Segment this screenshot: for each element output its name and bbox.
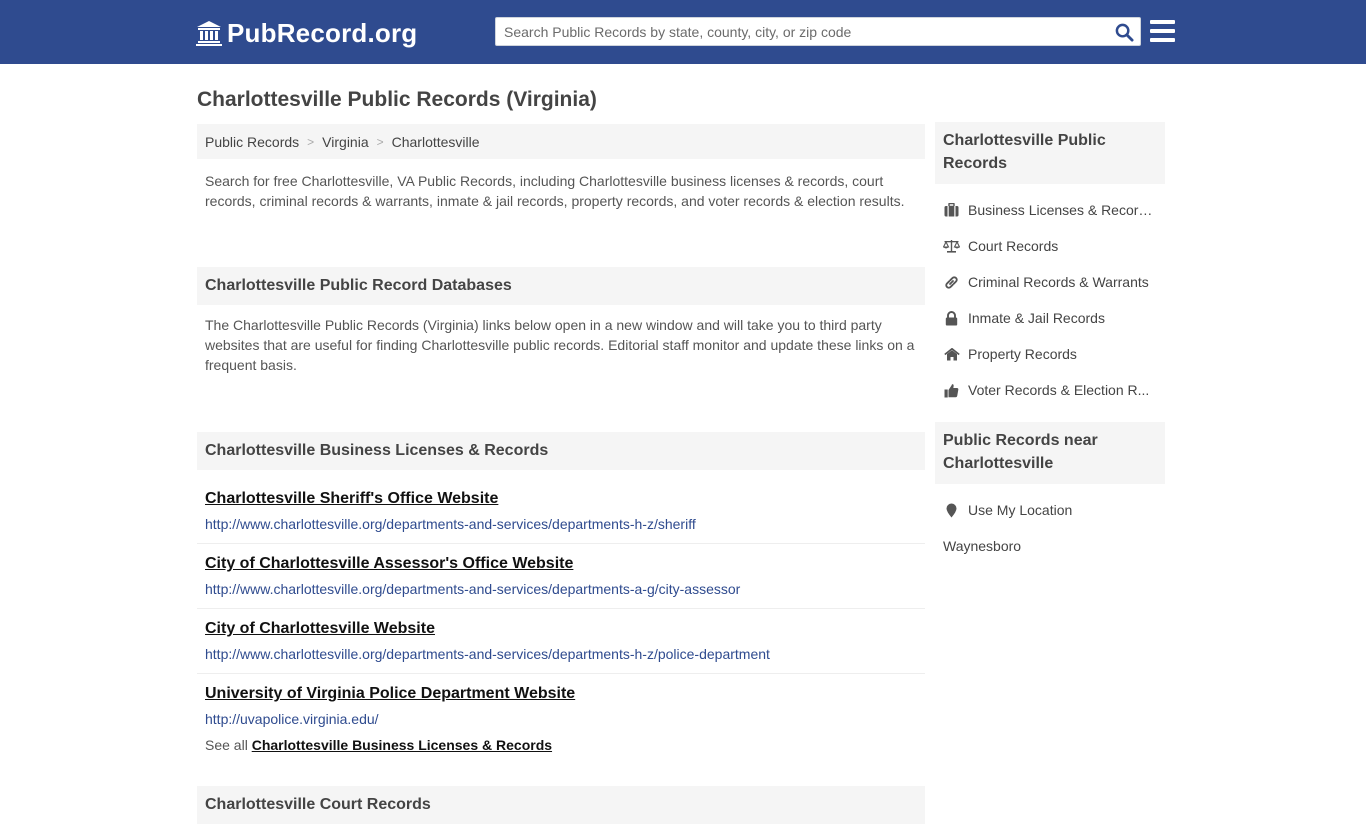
sidebar-item-voter[interactable]: Voter Records & Election R... — [935, 372, 1165, 408]
sidebar-item-criminal[interactable]: Criminal Records & Warrants — [935, 264, 1165, 300]
business-heading: Charlottesville Business Licenses & Reco… — [197, 432, 925, 470]
use-my-location-link[interactable]: Use My Location — [935, 492, 1165, 528]
databases-heading: Charlottesville Public Record Databases — [197, 267, 925, 305]
sidebar-item-court[interactable]: Court Records — [935, 228, 1165, 264]
logo-text: PubRecord.org — [227, 17, 418, 48]
sidebar-item-label: Voter Records & Election R... — [968, 382, 1150, 398]
record-item: University of Virginia Police Department… — [197, 674, 925, 731]
record-item: City of Charlottesville Website http://w… — [197, 609, 925, 674]
court-heading: Charlottesville Court Records — [197, 786, 925, 824]
record-title-link[interactable]: University of Virginia Police Department… — [205, 684, 917, 704]
site-logo[interactable]: PubRecord.org — [196, 17, 417, 49]
nearby-city-link[interactable]: Waynesboro — [935, 528, 1165, 564]
sidebar: Charlottesville Public Records Business … — [935, 122, 1165, 564]
record-url-link[interactable]: http://www.charlottesville.org/departmen… — [205, 644, 917, 664]
business-records-list: Charlottesville Sheriff's Office Website… — [197, 470, 925, 731]
sidebar-item-label: Inmate & Jail Records — [968, 310, 1105, 326]
search-box — [495, 17, 1141, 46]
main-content: Public Records > Virginia > Charlottesvi… — [197, 124, 925, 824]
menu-bar-icon — [1150, 38, 1175, 42]
record-title-link[interactable]: Charlottesville Sheriff's Office Website — [205, 489, 917, 509]
link-icon — [943, 274, 960, 291]
intro-text: Search for free Charlottesville, VA Publ… — [205, 173, 905, 209]
breadcrumb-virginia[interactable]: Virginia — [322, 134, 368, 150]
sidebar-item-inmate[interactable]: Inmate & Jail Records — [935, 300, 1165, 336]
sidebar-near-list: Use My Location Waynesboro — [935, 484, 1165, 564]
briefcase-icon — [943, 202, 960, 219]
lock-icon — [943, 310, 960, 327]
sidebar-item-label: Criminal Records & Warrants — [968, 274, 1149, 290]
databases-description: The Charlottesville Public Records (Virg… — [205, 317, 915, 373]
record-url-link[interactable]: http://www.charlottesville.org/departmen… — [205, 514, 917, 534]
search-button[interactable] — [1112, 20, 1136, 44]
breadcrumb: Public Records > Virginia > Charlottesvi… — [197, 124, 925, 159]
breadcrumb-charlottesville[interactable]: Charlottesville — [392, 134, 480, 150]
page-title: Charlottesville Public Records (Virginia… — [197, 88, 597, 111]
search-input[interactable] — [496, 18, 1106, 45]
sidebar-item-label: Court Records — [968, 238, 1059, 254]
top-navbar: PubRecord.org — [0, 0, 1366, 64]
record-item: City of Charlottesville Assessor's Offic… — [197, 544, 925, 609]
hamburger-menu-button[interactable] — [1150, 20, 1175, 42]
record-url-link[interactable]: http://www.charlottesville.org/departmen… — [205, 579, 917, 599]
menu-bar-icon — [1150, 20, 1175, 24]
use-my-location-label: Use My Location — [968, 502, 1073, 518]
see-all-prefix: See all — [205, 737, 248, 753]
thumbs-up-icon — [943, 382, 960, 399]
courthouse-icon — [196, 21, 222, 46]
see-all-row: See all Charlottesville Business License… — [197, 731, 925, 786]
menu-bar-icon — [1150, 29, 1175, 33]
search-icon — [1115, 23, 1134, 42]
sidebar-item-label: Business Licenses & Records — [968, 202, 1153, 218]
sidebar-item-property[interactable]: Property Records — [935, 336, 1165, 372]
balance-scale-icon — [943, 238, 960, 255]
home-icon — [943, 346, 960, 363]
sidebar-item-label: Property Records — [968, 346, 1077, 362]
sidebar-item-business[interactable]: Business Licenses & Records — [935, 192, 1165, 228]
record-title-link[interactable]: City of Charlottesville Website — [205, 619, 917, 639]
breadcrumb-public-records[interactable]: Public Records — [205, 134, 299, 150]
record-title-link[interactable]: City of Charlottesville Assessor's Offic… — [205, 554, 917, 574]
map-marker-icon — [943, 502, 960, 519]
sidebar-near-heading: Public Records near Charlottesville — [935, 422, 1165, 484]
sidebar-records-heading: Charlottesville Public Records — [935, 122, 1165, 184]
record-item: Charlottesville Sheriff's Office Website… — [197, 479, 925, 544]
sidebar-records-list: Business Licenses & Records Court Record… — [935, 184, 1165, 422]
breadcrumb-separator: > — [307, 134, 315, 149]
breadcrumb-separator: > — [376, 134, 384, 149]
record-url-link[interactable]: http://uvapolice.virginia.edu/ — [205, 709, 917, 729]
see-all-business-link[interactable]: Charlottesville Business Licenses & Reco… — [252, 737, 552, 753]
